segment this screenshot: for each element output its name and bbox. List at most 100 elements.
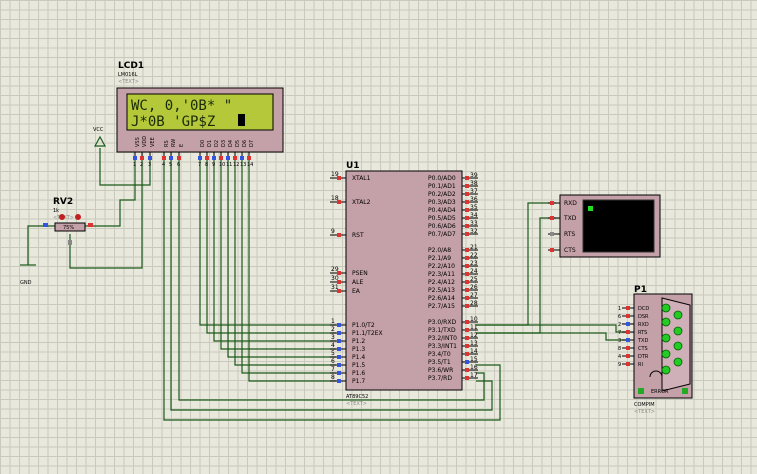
wire-gnd [27, 225, 55, 265]
mcu-right-pin-marker [465, 256, 469, 260]
lcd-pin-marker [212, 156, 216, 160]
mcu-left-pin-marker [337, 233, 341, 237]
com-status-led-right [682, 388, 688, 394]
lcd-pin-number: 9 [212, 162, 215, 168]
com-pin-number: 2 [618, 322, 621, 328]
mcu-component[interactable]: U1 AT89C52 <TEXT> 19XTAL118XTAL29RST29PS… [330, 161, 478, 407]
mcu-right-pin-name: P0.3/AD3 [428, 199, 456, 206]
db9-pin-icon [673, 326, 683, 336]
mcu-right-pin-marker [465, 344, 469, 348]
mcu-right-pin-name: P3.5/T1 [428, 359, 451, 366]
mcu-left-pin-number: 2 [331, 326, 335, 333]
mcu-right-pin-name: P3.0/RXD [428, 319, 456, 326]
pot-dec-button-icon[interactable] [59, 214, 65, 220]
mcu-left-pin-name: ALE [352, 279, 363, 286]
mcu-right-pin-name: P0.6/AD6 [428, 223, 456, 230]
lcd-pin-marker [133, 156, 137, 160]
lcd-pin-name: D1 [207, 140, 213, 147]
mcu-right-pin-marker [465, 232, 469, 236]
mcu-right-pin-marker [465, 272, 469, 276]
virtual-terminal-component[interactable]: RXD TXD RTS CTS [548, 194, 661, 258]
mcu-right-pin-number: 15 [470, 356, 478, 363]
mcu-right-pin-number: 21 [470, 244, 478, 251]
mcu-right-pin-marker [465, 264, 469, 268]
mcu-right-pin-number: 39 [470, 172, 478, 179]
wire-rxd-com [476, 324, 626, 333]
wire-d5 [234, 160, 336, 366]
mcu-right-pin-number: 23 [470, 260, 478, 267]
mcu-right-pin-name: P0.1/AD1 [428, 183, 456, 190]
mcu-part: AT89C52 [346, 394, 368, 400]
mcu-left-pin-number: 3 [331, 334, 335, 341]
mcu-right-pin-marker [465, 224, 469, 228]
mcu-right-pin-marker [465, 176, 469, 180]
mcu-right-pin-name: P2.5/A13 [428, 287, 455, 294]
mcu-right-pin-marker [465, 352, 469, 356]
lcd-ref: LCD1 [118, 61, 144, 71]
mcu-left-pin-marker [337, 331, 341, 335]
mcu-right-pin-number: 36 [470, 196, 478, 203]
mcu-right-pin-number: 22 [470, 252, 478, 259]
mcu-right-pin-name: P3.3/INT1 [428, 343, 457, 350]
mcu-left-pin-number: 4 [331, 342, 335, 349]
mcu-right-pin-name: P3.2/INT0 [428, 335, 457, 342]
mcu-right-pin-marker [465, 184, 469, 188]
com-pin-name: TXD [637, 338, 648, 344]
mcu-right-pin-number: 37 [470, 188, 478, 195]
pot-component[interactable]: RV2 1k <TEXT> 75% [43, 197, 93, 245]
compim-component[interactable]: P1 1 DCD6 DSR2 RXD7 RTS3 TXD8 CTS4 DTR9 RI ERROR… [618, 285, 693, 415]
gnd-label: GND [20, 280, 32, 286]
lcd-pin-name: VDD [142, 136, 148, 147]
lcd-pin-number: 13 [240, 162, 246, 168]
mcu-right-pin-number: 33 [470, 220, 478, 227]
lcd-pin-number: 5 [169, 162, 172, 168]
terminal-indicator-icon [588, 206, 593, 211]
com-pin-marker [626, 338, 630, 342]
gnd-symbol: GND [20, 264, 36, 286]
mcu-right-pin-marker [465, 280, 469, 284]
com-part: COMPIM [634, 402, 655, 408]
mcu-right-pin-name: P2.3/A11 [428, 271, 455, 278]
mcu-right-pin-name: P0.5/AD5 [428, 215, 456, 222]
lcd-pin-marker [205, 156, 209, 160]
com-pin-name: DSR [638, 314, 649, 320]
lcd-component[interactable]: LCD1 LM016L <TEXT> WC, 0,'0B* " J*0B 'GP… [116, 61, 284, 168]
db9-pin-icon [661, 333, 671, 343]
mcu-right-pin-name: P3.4/T0 [428, 351, 451, 358]
lcd-pin-name: E [179, 144, 185, 147]
lcd-pin-marker [162, 156, 166, 160]
lcd-pin-name: D2 [214, 140, 220, 147]
com-pin-marker [626, 322, 630, 326]
mcu-right-pin-name: P3.7/RD [428, 375, 452, 382]
vcc-label: VCC [93, 127, 104, 133]
mcu-right-pin-name: P2.6/A14 [428, 295, 455, 302]
lcd-pin-marker [177, 156, 181, 160]
com-pin-marker [626, 314, 630, 318]
mcu-left-pin-name: P1.5 [352, 362, 365, 369]
pot-ref: RV2 [53, 197, 73, 207]
mcu-left-pin-name: P1.7 [352, 378, 365, 385]
pot-pin-left [43, 223, 48, 227]
vcc-arrow-icon [93, 135, 107, 147]
lcd-pin-number: 11 [226, 162, 232, 168]
lcd-pin-number: 6 [177, 162, 180, 168]
mcu-right-pin-name: P0.7/AD7 [428, 231, 456, 238]
mcu-right-pin-marker [465, 376, 469, 380]
lcd-pin-number: 1 [133, 162, 136, 168]
wire-txd-terminal [476, 217, 556, 334]
mcu-left-pin-marker [337, 371, 341, 375]
lcd-text-placeholder: <TEXT> [118, 79, 139, 85]
com-pin-name: RI [638, 362, 643, 368]
pot-inc-button-icon[interactable] [75, 214, 81, 220]
lcd-pin-marker [140, 156, 144, 160]
mcu-left-pin-name: P1.4 [352, 354, 365, 361]
mcu-right-pin-name: P2.2/A10 [428, 263, 455, 270]
mcu-right-pin-number: 14 [470, 348, 478, 355]
wire-d4 [227, 160, 336, 358]
mcu-right-pin-number: 28 [470, 300, 478, 307]
mcu-right-pin-marker [465, 320, 469, 324]
mcu-right-pin-number: 34 [470, 212, 478, 219]
schematic[interactable]: LCD1 LM016L <TEXT> WC, 0,'0B* " J*0B 'GP… [0, 0, 757, 474]
mcu-left-pin-name: XTAL2 [352, 199, 371, 206]
mcu-left-pin-number: 29 [331, 266, 339, 273]
